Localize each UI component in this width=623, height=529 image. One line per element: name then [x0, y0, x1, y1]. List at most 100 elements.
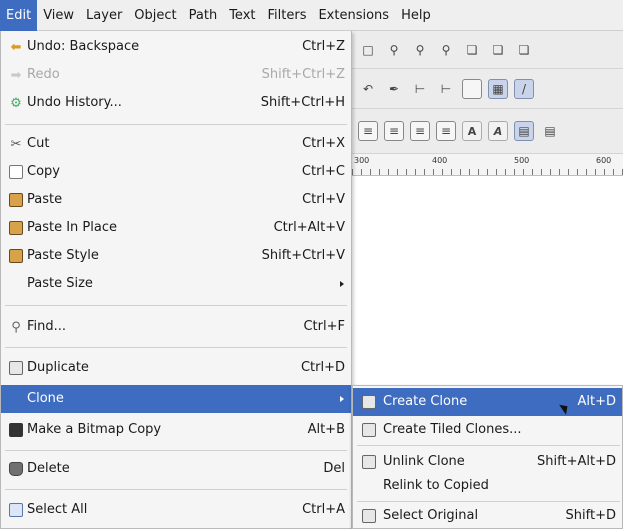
ruler-ticks [352, 169, 623, 175]
delete-icon [8, 461, 24, 477]
menu-item-label: Paste In Place [27, 220, 117, 235]
undo-history-icon: ⚙ [10, 95, 22, 111]
menu-item-shortcut: Ctrl+F [303, 319, 345, 334]
menu-item-label: Select All [27, 502, 88, 517]
menu-item-copy[interactable]: Copy Ctrl+C [1, 158, 351, 186]
menu-separator [5, 347, 347, 348]
zoom-selection-icon[interactable]: ⚲ [384, 40, 404, 60]
menu-item-label: Redo [27, 67, 60, 82]
align-right-icon[interactable]: ≡ [410, 121, 430, 141]
menu-item-shortcut: Ctrl+Z [302, 39, 345, 54]
select-all-icon [8, 502, 24, 518]
copy-icon [8, 164, 24, 180]
unlink-clone-icon [361, 454, 377, 470]
menu-item-shortcut: Ctrl+C [301, 164, 345, 179]
ruler-label: 600 [596, 156, 612, 165]
menu-item-duplicate[interactable]: Duplicate Ctrl+D [1, 354, 351, 382]
menu-separator [5, 124, 347, 125]
tiled-clones-icon [361, 422, 377, 438]
submenu-item-create-clone[interactable]: Create Clone Alt+D [353, 388, 622, 416]
horizontal-text-icon[interactable]: ▤ [514, 121, 534, 141]
menu-separator [357, 445, 620, 446]
menu-text[interactable]: Text [223, 0, 261, 31]
zoom-drawing-icon[interactable]: ⚲ [410, 40, 430, 60]
menu-item-paste[interactable]: Paste Ctrl+V [1, 186, 351, 214]
menu-path[interactable]: Path [183, 0, 224, 31]
guides-icon[interactable]: / [514, 78, 534, 99]
bold-icon[interactable]: A [462, 121, 482, 141]
redo-icon: ➡ [10, 67, 22, 83]
menu-item-redo[interactable]: ➡ Redo Shift+Ctrl+Z [1, 61, 351, 89]
pen-tool-icon[interactable]: ✒ [384, 79, 404, 99]
menu-separator [5, 489, 347, 490]
submenu-item-shortcut: Shift+D [565, 508, 616, 523]
menu-extensions[interactable]: Extensions [312, 0, 395, 31]
menu-item-select-all[interactable]: Select All Ctrl+A [1, 496, 351, 524]
distribute-icon[interactable]: ⊢ [436, 79, 456, 99]
vertical-text-icon[interactable]: ▤ [540, 121, 560, 141]
menu-item-paste-style[interactable]: Paste Style Shift+Ctrl+V [1, 242, 351, 270]
align-left-icon[interactable]: ≡ [358, 121, 378, 141]
duplicate-tool-icon[interactable]: ❏ [462, 40, 482, 60]
paste-style-icon [8, 248, 24, 264]
submenu-item-select-original[interactable]: Select Original Shift+D [353, 502, 622, 529]
menu-item-find[interactable]: ⚲ Find... Ctrl+F [1, 313, 351, 341]
bitmap-copy-icon [8, 422, 24, 438]
menu-item-delete[interactable]: Delete Del [1, 455, 351, 483]
menu-item-clone[interactable]: Clone [1, 385, 351, 413]
italic-icon[interactable]: A [488, 121, 508, 141]
paste-in-place-icon [8, 220, 24, 236]
menu-item-label: Copy [27, 164, 60, 179]
unlink-tool-icon[interactable]: ❏ [514, 40, 534, 60]
menu-item-make-bitmap-copy[interactable]: Make a Bitmap Copy Alt+B [1, 416, 351, 444]
menu-item-shortcut: Ctrl+V [302, 192, 345, 207]
menu-filters[interactable]: Filters [262, 0, 313, 31]
snap-bbox-icon[interactable] [462, 78, 482, 99]
menu-edit[interactable]: Edit [0, 0, 38, 31]
menu-item-shortcut: Shift+Ctrl+V [261, 248, 345, 263]
menu-item-shortcut: Ctrl+A [302, 502, 345, 517]
menu-separator [5, 450, 347, 451]
menu-separator [5, 305, 347, 306]
paste-tool-icon[interactable]: □ [358, 40, 378, 60]
align-icon[interactable]: ⊢ [410, 79, 430, 99]
node-tool-icon[interactable]: ↶ [358, 79, 378, 99]
menu-item-shortcut: Alt+B [307, 422, 345, 437]
submenu-item-shortcut: Alt+D [577, 394, 616, 409]
find-icon: ⚲ [11, 319, 21, 335]
menu-view[interactable]: View [37, 0, 80, 31]
submenu-item-label: Select Original [383, 508, 479, 523]
menu-item-paste-size[interactable]: Paste Size [1, 270, 351, 298]
duplicate-icon [8, 360, 24, 376]
menu-item-shortcut: Shift+Ctrl+H [260, 95, 345, 110]
clone-tool-icon[interactable]: ❏ [488, 40, 508, 60]
submenu-item-create-tiled-clones[interactable]: Create Tiled Clones... [353, 416, 622, 444]
menu-item-shortcut: Del [323, 461, 345, 476]
horizontal-ruler: 300 400 500 600 [352, 154, 623, 176]
menu-object[interactable]: Object [128, 0, 182, 31]
menu-item-label: Paste Style [27, 248, 99, 263]
snap-toolbar: ↶ ✒ ⊢ ⊢ ▦ / [352, 69, 623, 109]
menu-item-label: Paste Size [27, 276, 93, 291]
align-center-icon[interactable]: ≡ [384, 121, 404, 141]
justify-icon[interactable]: ≡ [436, 121, 456, 141]
menu-item-label: Duplicate [27, 360, 89, 375]
menu-item-label: Make a Bitmap Copy [27, 422, 162, 437]
menu-layer[interactable]: Layer [80, 0, 128, 31]
menu-item-label: Paste [27, 192, 63, 207]
menu-item-undo-history[interactable]: ⚙ Undo History... Shift+Ctrl+H [1, 89, 351, 117]
edit-menu: ⬅ Undo: Backspace Ctrl+Z ➡ Redo Shift+Ct… [0, 31, 352, 529]
menu-item-paste-in-place[interactable]: Paste In Place Ctrl+Alt+V [1, 214, 351, 242]
cut-icon: ✂ [10, 136, 22, 152]
menu-item-label: Undo: Backspace [27, 39, 140, 54]
zoom-page-icon[interactable]: ⚲ [436, 40, 456, 60]
menu-help[interactable]: Help [395, 0, 437, 31]
grid-icon[interactable]: ▦ [488, 78, 508, 99]
ruler-label: 400 [432, 156, 448, 165]
submenu-item-relink-to-copied[interactable]: Relink to Copied [353, 472, 622, 500]
submenu-item-label: Create Tiled Clones... [383, 422, 522, 437]
menu-item-cut[interactable]: ✂ Cut Ctrl+X [1, 130, 351, 158]
menu-item-shortcut: Ctrl+Alt+V [273, 220, 345, 235]
ruler-label: 300 [354, 156, 370, 165]
menu-item-undo[interactable]: ⬅ Undo: Backspace Ctrl+Z [1, 33, 351, 61]
